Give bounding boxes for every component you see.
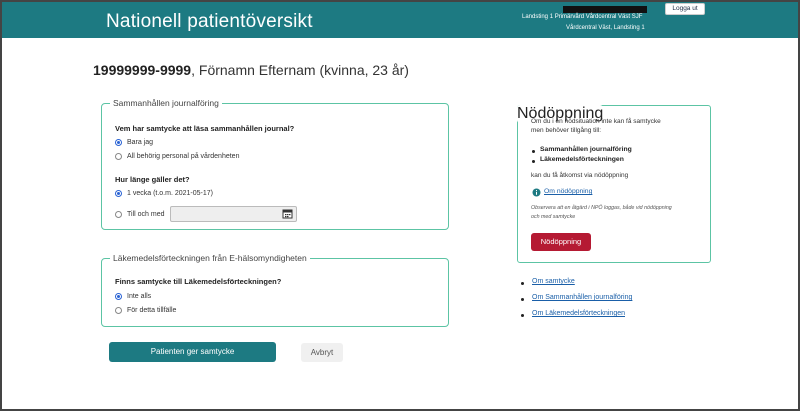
consent-duration-question: Hur länge gäller det? — [115, 175, 190, 184]
about-emergency-link[interactable]: Om nödöppning — [544, 188, 592, 195]
bullet — [521, 314, 524, 317]
bullet — [521, 282, 524, 285]
calendar-icon[interactable] — [282, 208, 293, 219]
option-label: Bara jag — [127, 139, 154, 146]
emergency-intro-line1: Om du i en nödsituation inte kan få samt… — [531, 118, 661, 125]
consent-who-option-all[interactable]: All behörig personal på vårdenheten — [115, 153, 239, 160]
emergency-item-journal: Sammanhållen journalföring — [540, 146, 632, 153]
consent-legend: Sammanhållen journalföring — [113, 98, 219, 108]
medication-option-once[interactable]: För detta tillfälle — [115, 307, 176, 314]
bullet — [521, 298, 524, 301]
bullet — [532, 150, 535, 153]
emergency-note-line2: och med samtycke — [531, 214, 576, 220]
option-label: Till och med — [127, 211, 165, 218]
medication-option-none[interactable]: Inte alls — [115, 293, 151, 300]
radio-selected[interactable] — [115, 139, 122, 146]
patient-heading: 19999999-9999, Förnamn Efternam (kvinna,… — [93, 62, 409, 78]
medication-legend: Läkemedelsförteckningen från E-hälsomynd… — [113, 253, 307, 263]
consent-duration-option-week[interactable]: 1 vecka (t.o.m. 2021-05-17) — [115, 190, 213, 197]
emergency-item-medication: Läkemedelsförteckningen — [540, 156, 624, 163]
radio-selected[interactable] — [115, 293, 122, 300]
emergency-access-text: kan du få åtkomst via nödöppning — [531, 172, 629, 179]
link-about-consent[interactable]: Om samtycke — [532, 278, 575, 285]
info-icon — [532, 188, 541, 197]
patient-details: , Förnamn Efternam (kvinna, 23 år) — [191, 62, 409, 78]
medication-fieldset: Läkemedelsförteckningen från E-hälsomynd… — [101, 253, 449, 327]
consent-duration-option-until[interactable]: Till och med — [115, 211, 164, 218]
cancel-button[interactable]: Avbryt — [301, 343, 343, 362]
patient-consents-button[interactable]: Patienten ger samtycke — [109, 342, 276, 362]
emergency-note-line1: Observera att en åtgärd i NPÖ loggas, bå… — [531, 205, 672, 211]
app-title: Nationell patientöversikt — [106, 11, 313, 32]
consent-who-option-self[interactable]: Bara jag — [115, 139, 153, 146]
consent-who-question: Vem har samtycke att läsa sammanhållen j… — [115, 124, 295, 133]
link-about-journal[interactable]: Om Sammanhållen journalföring — [532, 294, 632, 301]
bullet — [532, 160, 535, 163]
emergency-open-button[interactable]: Nödöppning — [531, 233, 591, 251]
option-label: 1 vecka (t.o.m. 2021-05-17) — [127, 190, 213, 197]
until-date-input[interactable] — [170, 206, 297, 222]
radio-unselected[interactable] — [115, 307, 122, 314]
option-label: För detta tillfälle — [127, 307, 177, 314]
emergency-intro-line2: men behöver tillgång till: — [531, 127, 602, 134]
radio-selected[interactable] — [115, 190, 122, 197]
care-unit-line2: Vårdcentral Väst, Landsting 1 — [566, 25, 645, 31]
logout-button[interactable]: Logga ut — [665, 3, 705, 15]
medication-question: Finns samtycke till Läkemedelsförtecknin… — [115, 277, 282, 286]
option-label: All behörig personal på vårdenheten — [127, 153, 240, 160]
patient-id: 19999999-9999 — [93, 62, 192, 78]
care-unit-line1: Landsting 1 Primärvård Vårdcentral Väst … — [522, 14, 643, 20]
link-about-medication[interactable]: Om Läkemedelsförteckningen — [532, 310, 625, 317]
user-name-redacted — [563, 6, 647, 13]
radio-unselected[interactable] — [115, 153, 122, 160]
radio-unselected[interactable] — [115, 211, 122, 218]
option-label: Inte alls — [127, 293, 152, 300]
